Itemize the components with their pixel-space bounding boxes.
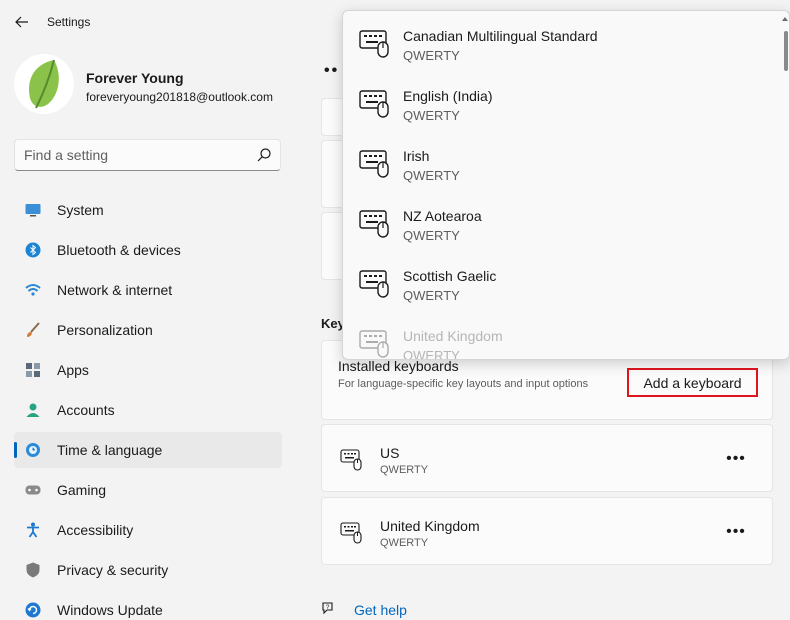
sidebar-item-accessibility[interactable]: Accessibility — [14, 512, 282, 548]
more-options-button[interactable]: ••• — [724, 449, 748, 469]
keyboard-item-united-kingdom: United Kingdom QWERTY ••• — [321, 497, 773, 565]
monitor-icon — [25, 202, 41, 218]
keyboard-name: United Kingdom — [380, 518, 480, 534]
sidebar-item-apps[interactable]: Apps — [14, 352, 282, 388]
sidebar-item-network[interactable]: Network & internet — [14, 272, 282, 308]
keyboard-icon — [340, 449, 362, 471]
gamepad-icon — [25, 482, 41, 498]
keyboard-icon — [359, 270, 389, 298]
update-icon — [25, 602, 41, 618]
dropdown-item-name: Scottish Gaelic — [403, 268, 497, 284]
dropdown-item[interactable]: Scottish Gaelic QWERTY — [343, 251, 783, 311]
brush-icon — [25, 322, 41, 338]
sidebar-item-system[interactable]: System — [14, 192, 282, 228]
sidebar-item-label: Bluetooth & devices — [57, 242, 181, 258]
keyboard-layout: QWERTY — [380, 464, 429, 476]
dropdown-item-layout: QWERTY — [403, 108, 460, 123]
user-email: foreveryoung201818@outlook.com — [86, 90, 273, 104]
sidebar-item-time-language[interactable]: Time & language — [14, 432, 282, 468]
dropdown-item-name: English (India) — [403, 88, 493, 104]
sidebar-item-label: System — [57, 202, 104, 218]
sidebar-item-label: Privacy & security — [57, 562, 169, 578]
keyboard-picker-dropdown: Canadian Multilingual Standard QWERTY En… — [342, 10, 790, 360]
globe-clock-icon — [25, 442, 41, 458]
arrow-left-icon — [15, 16, 28, 28]
installed-keyboards-description: For language-specific key layouts and in… — [338, 378, 589, 390]
sidebar-item-privacy-security[interactable]: Privacy & security — [14, 552, 282, 588]
wifi-icon — [25, 282, 41, 298]
dropdown-item[interactable]: Canadian Multilingual Standard QWERTY — [343, 11, 783, 71]
search-box — [14, 139, 281, 171]
apps-icon — [25, 362, 41, 378]
search-icon[interactable] — [256, 147, 272, 163]
sidebar-item-gaming[interactable]: Gaming — [14, 472, 282, 508]
dropdown-item[interactable]: NZ Aotearoa QWERTY — [343, 191, 783, 251]
person-icon — [25, 402, 41, 418]
dropdown-item-layout: QWERTY — [403, 348, 460, 360]
dropdown-item-layout: QWERTY — [403, 228, 460, 243]
sidebar-item-label: Network & internet — [57, 282, 173, 298]
sidebar-item-label: Time & language — [57, 442, 163, 458]
installed-keyboards-title: Installed keyboards — [338, 358, 459, 374]
back-button[interactable] — [8, 8, 36, 36]
sidebar-item-label: Windows Update — [57, 602, 163, 618]
sidebar-item-windows-update[interactable]: Windows Update — [14, 592, 282, 620]
sidebar-item-label: Personalization — [57, 322, 153, 338]
sidebar-item-label: Apps — [57, 362, 89, 378]
app-title: Settings — [47, 15, 91, 29]
dropdown-item[interactable]: English (India) QWERTY — [343, 71, 783, 131]
avatar[interactable] — [14, 54, 74, 114]
keyboard-icon — [359, 30, 389, 58]
keyboard-icon — [359, 330, 389, 358]
accessibility-icon — [25, 522, 41, 538]
dropdown-item[interactable]: Irish QWERTY — [343, 131, 783, 191]
sidebar-item-personalization[interactable]: Personalization — [14, 312, 282, 348]
dropdown-scrollbar[interactable] — [784, 31, 788, 71]
keyboard-item-us: US QWERTY ••• — [321, 424, 773, 492]
leaf-icon — [29, 59, 59, 109]
sidebar-item-accounts[interactable]: Accounts — [14, 392, 282, 428]
sidebar-nav: System Bluetooth & devices Network & int… — [14, 192, 282, 620]
dropdown-item-layout: QWERTY — [403, 48, 460, 63]
keyboard-layout: QWERTY — [380, 537, 429, 549]
sidebar-item-label: Gaming — [57, 482, 107, 498]
sidebar-item-label: Accessibility — [57, 522, 134, 538]
sidebar-item-label: Accounts — [57, 402, 115, 418]
user-name: Forever Young — [86, 70, 184, 86]
add-keyboard-button[interactable]: Add a keyboard — [627, 368, 758, 397]
dropdown-item-layout: QWERTY — [403, 288, 460, 303]
dropdown-item-name: Irish — [403, 148, 430, 164]
bluetooth-icon — [25, 242, 41, 258]
keyboard-icon — [359, 150, 389, 178]
scroll-up-icon[interactable] — [781, 15, 789, 23]
keyboard-icon — [359, 210, 389, 238]
keyboard-icon — [340, 522, 362, 544]
dropdown-item-name: NZ Aotearoa — [403, 208, 482, 224]
dropdown-item-name: United Kingdom — [403, 328, 503, 344]
dropdown-item-name: Canadian Multilingual Standard — [403, 28, 598, 44]
dropdown-item[interactable]: United Kingdom QWERTY — [343, 311, 783, 360]
shield-icon — [25, 562, 41, 578]
search-input[interactable] — [15, 140, 245, 170]
more-options-button[interactable]: ••• — [724, 522, 748, 542]
dropdown-item-layout: QWERTY — [403, 168, 460, 183]
get-help-link[interactable]: Get help — [354, 602, 407, 618]
sidebar-item-bluetooth[interactable]: Bluetooth & devices — [14, 232, 282, 268]
help-icon: ? — [322, 602, 333, 615]
keyboard-name: US — [380, 445, 400, 461]
keyboard-icon — [359, 90, 389, 118]
more-options-fragment[interactable]: •• — [324, 62, 339, 80]
